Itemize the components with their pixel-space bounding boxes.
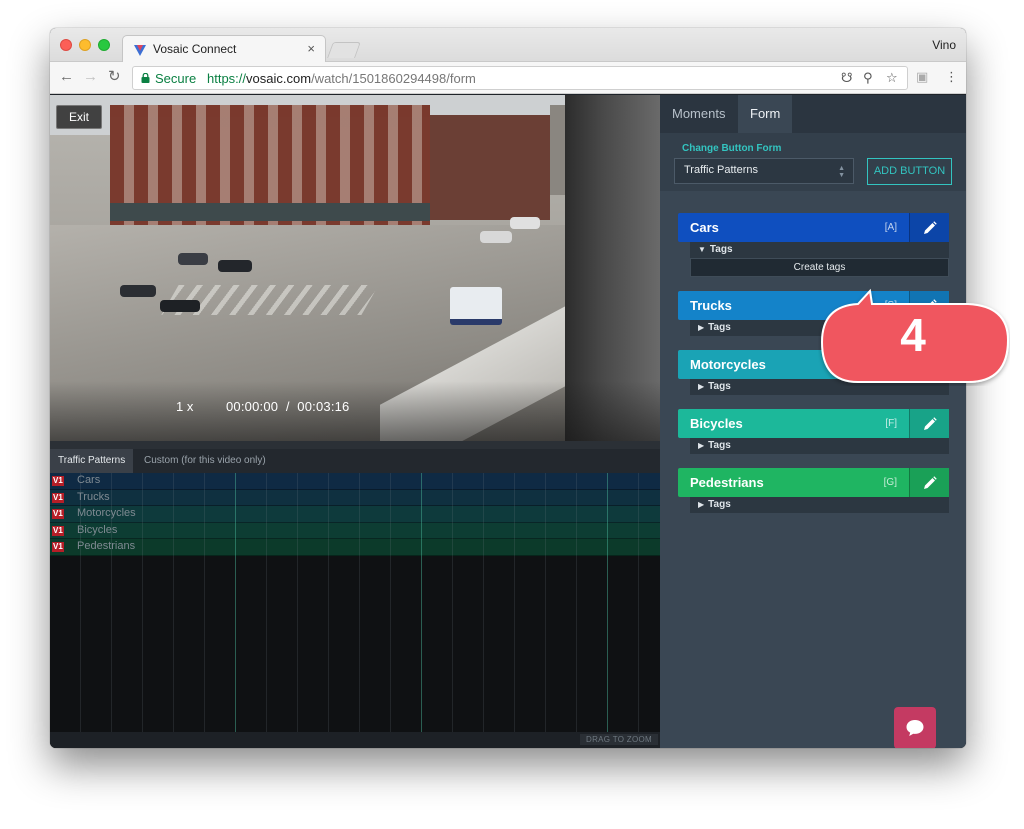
- new-tab-button[interactable]: [327, 42, 361, 58]
- caret-right-icon: ▶: [698, 323, 705, 332]
- caret-right-icon: ▶: [698, 382, 705, 391]
- category-button[interactable]: Bicycles [F]: [678, 409, 949, 438]
- close-window-button[interactable]: [60, 39, 72, 51]
- forward-arrow-icon[interactable]: →: [83, 69, 98, 85]
- url-text: https://vosaic.com/watch/1501860294498/f…: [207, 71, 476, 86]
- tab-form[interactable]: Form: [738, 95, 793, 133]
- change-button-form-label: Change Button Form: [682, 143, 782, 154]
- pencil-icon: [924, 221, 937, 234]
- drag-to-zoom[interactable]: DRAG TO ZOOM: [580, 734, 658, 745]
- video-awning: [110, 203, 430, 221]
- category-name: Bicycles: [690, 416, 743, 431]
- reload-icon[interactable]: ↻: [108, 69, 121, 85]
- seek-bar[interactable]: [50, 441, 660, 449]
- extension-icon[interactable]: ▣: [916, 69, 928, 85]
- video-truck: [450, 287, 502, 325]
- timeline-footer: DRAG TO ZOOM: [50, 732, 660, 748]
- profile-name[interactable]: Vino: [932, 38, 956, 52]
- back-arrow-icon[interactable]: ←: [59, 69, 74, 85]
- video-car: [480, 231, 512, 243]
- title-bar: Vosaic Connect × Vino: [50, 28, 966, 63]
- exit-button[interactable]: Exit: [56, 105, 102, 129]
- video-car: [120, 285, 156, 297]
- caret-right-icon: ▶: [698, 500, 705, 509]
- tab-traffic-patterns[interactable]: Traffic Patterns: [50, 449, 134, 473]
- video-car: [218, 260, 252, 272]
- chat-button[interactable]: [894, 707, 936, 748]
- category-name: Pedestrians: [690, 475, 764, 490]
- video-car: [510, 217, 540, 229]
- sidebar-tabs: Moments Form: [660, 95, 966, 133]
- edit-button[interactable]: [909, 213, 949, 242]
- hotkey-label: [A]: [884, 222, 897, 233]
- address-bar[interactable]: Secure https://vosaic.com/watch/15018602…: [132, 66, 908, 90]
- tags-label: Tags: [708, 440, 731, 451]
- tags-label: Tags: [708, 322, 731, 333]
- pin-icon[interactable]: ☋: [841, 70, 853, 86]
- caret-right-icon: ▶: [698, 441, 705, 450]
- category-name: Cars: [690, 220, 719, 235]
- category-name: Motorcycles: [690, 357, 766, 372]
- vosaic-logo-icon: [134, 45, 146, 56]
- tab-title: Vosaic Connect: [153, 42, 237, 56]
- chat-bubble-icon: [906, 720, 924, 736]
- video-player[interactable]: Exit 1 x 00:00:00 / 00:03:16: [50, 95, 660, 441]
- timeline-marker: [607, 473, 608, 732]
- zoom-icon[interactable]: ⚲: [863, 70, 873, 86]
- tab-close-icon[interactable]: ×: [307, 41, 315, 56]
- video-car: [160, 300, 200, 312]
- form-button-bicycles: Bicycles [F] ▶ Tags: [678, 409, 949, 454]
- form-header: Change Button Form Traffic Patterns ▲ ▼ A…: [660, 133, 966, 191]
- tab-moments[interactable]: Moments: [660, 95, 737, 133]
- form-button-pedestrians: Pedestrians [G] ▶ Tags: [678, 468, 949, 513]
- caret-down-icon: ▼: [698, 245, 706, 254]
- category-button[interactable]: Pedestrians [G]: [678, 468, 949, 497]
- video-building-right: [430, 115, 550, 220]
- hotkey-label: [G]: [883, 477, 897, 488]
- hotkey-label: [F]: [885, 418, 897, 429]
- tags-label: Tags: [709, 244, 733, 255]
- maximize-window-button[interactable]: [98, 39, 110, 51]
- page-content: Exit 1 x 00:00:00 / 00:03:16 Traffic Pat…: [50, 95, 966, 748]
- select-caret-icon: ▲ ▼: [838, 165, 845, 179]
- tab-custom[interactable]: Custom (for this video only): [136, 449, 274, 473]
- tags-label: Tags: [708, 499, 731, 510]
- form-select-value: Traffic Patterns: [684, 164, 758, 176]
- pencil-icon: [924, 417, 937, 430]
- star-icon[interactable]: ☆: [886, 70, 898, 86]
- edit-button[interactable]: [909, 468, 949, 497]
- video-car: [178, 253, 208, 265]
- step-callout: 4: [818, 286, 1010, 386]
- tags-toggle[interactable]: ▶ Tags: [690, 438, 949, 454]
- timeline-grid[interactable]: [50, 473, 660, 732]
- secure-label: Secure: [155, 71, 197, 86]
- create-tags-button[interactable]: Create tags: [690, 258, 949, 277]
- timeline-tabs: Traffic Patterns Custom (for this video …: [50, 449, 660, 473]
- playback-speed[interactable]: 1 x: [176, 399, 193, 414]
- pencil-icon: [924, 476, 937, 489]
- form-select[interactable]: Traffic Patterns ▲ ▼: [674, 158, 854, 184]
- sidebar: Moments Form Change Button Form Traffic …: [660, 95, 966, 748]
- timeline-marker: [421, 473, 422, 732]
- tags-toggle[interactable]: ▶ Tags: [690, 497, 949, 513]
- timeline-panel: Traffic Patterns Custom (for this video …: [50, 449, 660, 748]
- category-button[interactable]: Cars [A]: [678, 213, 949, 242]
- menu-dots-icon[interactable]: ⋮: [945, 69, 958, 85]
- category-name: Trucks: [690, 298, 732, 313]
- form-button-cars: Cars [A] ▼ Tags Create tags: [678, 213, 949, 277]
- browser-window: Vosaic Connect × Vino ← → ↻ Secure https…: [50, 28, 966, 748]
- add-button[interactable]: ADD BUTTON: [867, 158, 952, 185]
- timeline-marker: [235, 473, 236, 732]
- tags-label: Tags: [708, 381, 731, 392]
- tags-toggle[interactable]: ▼ Tags: [690, 242, 949, 258]
- address-toolbar: ← → ↻ Secure https://vosaic.com/watch/15…: [50, 62, 966, 94]
- edit-button[interactable]: [909, 409, 949, 438]
- minimize-window-button[interactable]: [79, 39, 91, 51]
- video-overlay: [50, 381, 660, 441]
- callout-number: 4: [900, 309, 926, 361]
- playback-time: 00:00:00 / 00:03:16: [226, 399, 350, 414]
- browser-tab[interactable]: Vosaic Connect ×: [122, 35, 326, 63]
- lock-icon: [141, 73, 150, 83]
